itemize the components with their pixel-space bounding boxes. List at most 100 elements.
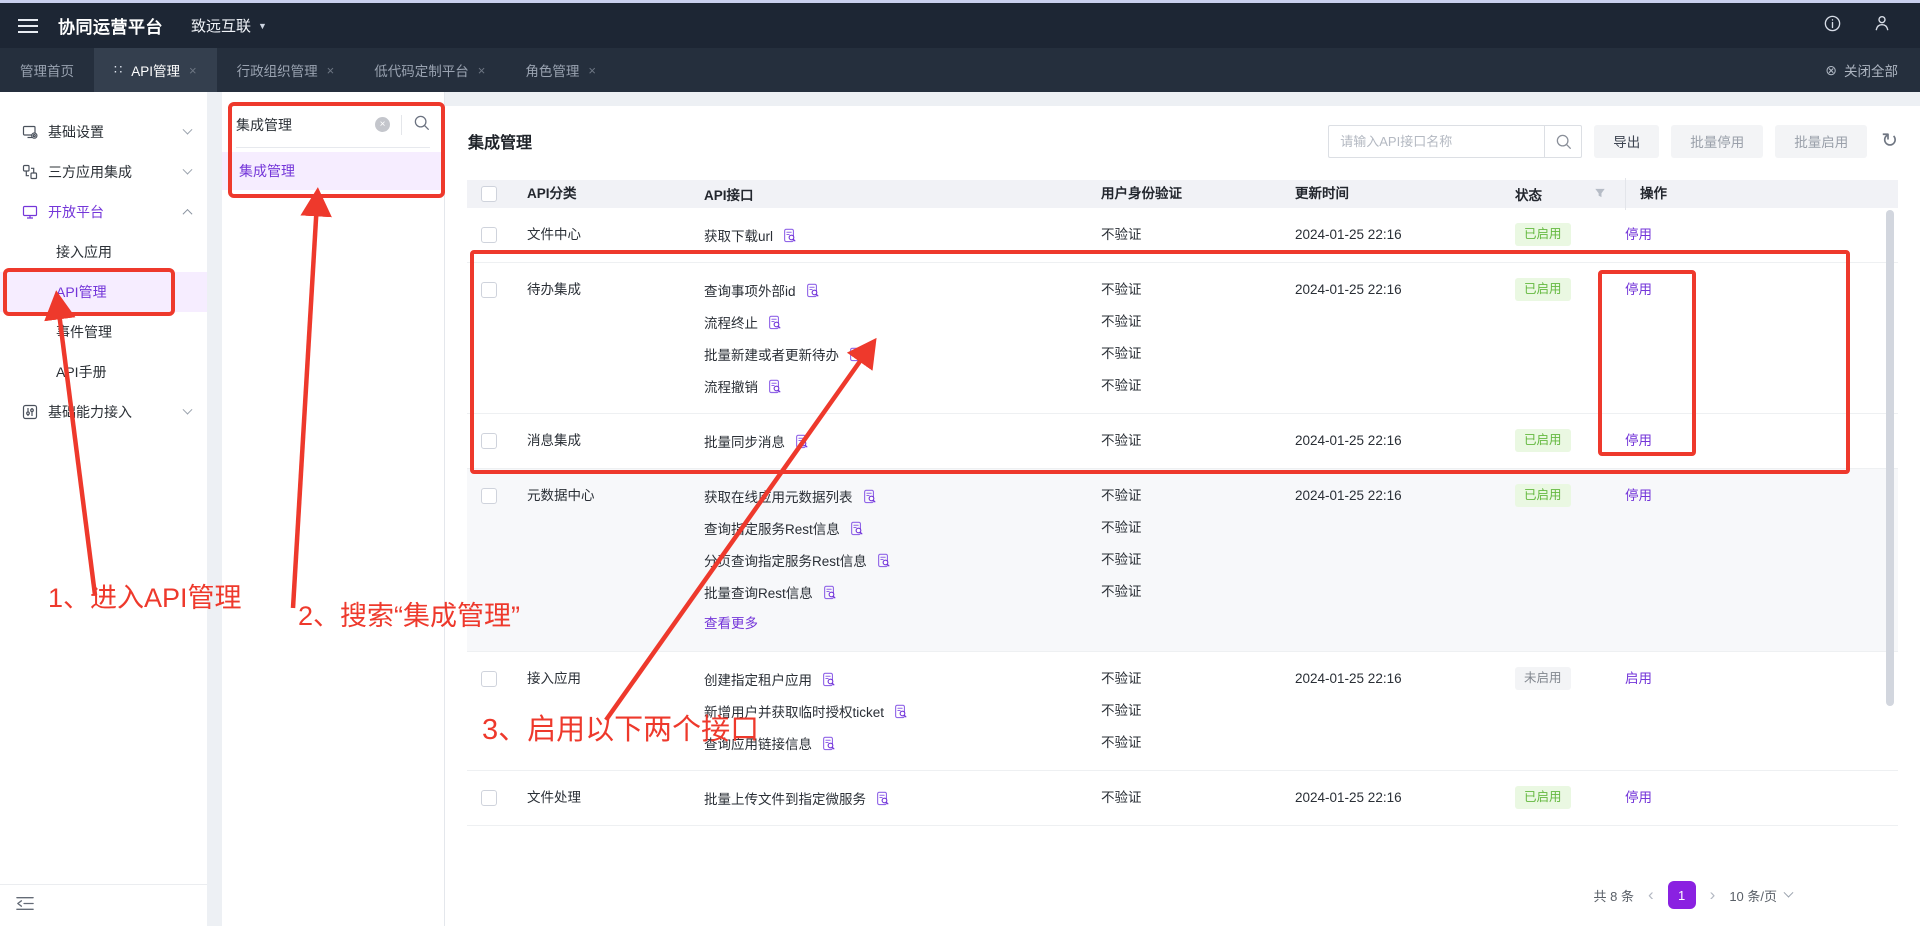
sidebar-item-label: 接入应用 [56, 242, 112, 262]
api-doc-icon[interactable] [805, 283, 820, 298]
sidebar-item-label: 三方应用集成 [48, 162, 132, 182]
sidebar-item-基础设置[interactable]: 基础设置 [0, 112, 207, 152]
auth-value: 不验证 [1101, 727, 1295, 759]
export-button[interactable]: 导出 [1594, 125, 1659, 158]
api-search-input[interactable] [1328, 125, 1544, 158]
api-name: 查询应用链接信息 [704, 733, 812, 753]
row-category: 消息集成 [513, 425, 704, 457]
row-checkbox[interactable] [481, 282, 497, 298]
api-doc-icon[interactable] [876, 553, 891, 568]
close-all-label: 关闭全部 [1844, 60, 1898, 80]
api-name: 查询事项外部id [704, 280, 796, 300]
tab-角色管理[interactable]: 角色管理× [505, 48, 616, 92]
clear-search-icon[interactable]: × [375, 117, 390, 132]
next-page-icon[interactable]: › [1710, 885, 1716, 905]
auth-value: 不验证 [1101, 576, 1295, 608]
auth-value: 不验证 [1101, 274, 1295, 306]
updated-at: 2024-01-25 22:16 [1295, 782, 1515, 814]
api-doc-icon[interactable] [848, 347, 863, 362]
tab-bar: 管理首页∷API管理×行政组织管理×低代码定制平台×角色管理× ⊗ 关闭全部 [0, 48, 1920, 92]
close-all-tabs-button[interactable]: ⊗ 关闭全部 [1825, 48, 1920, 92]
api-name: 批量查询Rest信息 [704, 582, 813, 602]
refresh-icon[interactable]: ↻ [1881, 131, 1898, 151]
search-icon[interactable] [413, 114, 430, 136]
updated-at: 2024-01-25 22:16 [1295, 663, 1515, 695]
action-link[interactable]: 停用 [1625, 282, 1652, 297]
integration-search-panel: × 集成管理 [222, 92, 445, 926]
sidebar-item-事件管理[interactable]: 事件管理 [0, 312, 207, 352]
see-more-link[interactable]: 查看更多 [704, 608, 1101, 640]
auth-value: 不验证 [1101, 425, 1295, 457]
api-name: 批量新建或者更新待办 [704, 344, 839, 364]
close-tab-icon[interactable]: × [588, 63, 596, 78]
page-number-button[interactable]: 1 [1668, 881, 1696, 909]
search-button[interactable] [1544, 125, 1582, 158]
action-link[interactable]: 停用 [1625, 488, 1652, 503]
page-body: 基础设置三方应用集成开放平台接入应用 API管理事件管理 API手册基础能力接入 ×… [0, 92, 1920, 926]
sidebar-item-接入应用[interactable]: 接入应用 [0, 232, 207, 272]
close-tab-icon[interactable]: × [327, 63, 335, 78]
hamburger-menu-icon[interactable] [18, 19, 38, 33]
row-checkbox[interactable] [481, 790, 497, 806]
api-doc-icon[interactable] [893, 704, 908, 719]
action-link[interactable]: 停用 [1625, 433, 1652, 448]
sidebar-item-基础能力接入[interactable]: 基础能力接入 [0, 392, 207, 432]
api-doc-icon[interactable] [862, 489, 877, 504]
filter-icon[interactable] [1594, 187, 1606, 202]
panel-search-input[interactable] [236, 117, 375, 133]
action-link[interactable]: 停用 [1625, 227, 1652, 242]
auth-value: 不验证 [1101, 338, 1295, 370]
org-switcher[interactable]: 致远互联 ▼ [191, 15, 267, 36]
close-tab-icon[interactable]: × [478, 63, 486, 78]
sidebar-item-开放平台[interactable]: 开放平台 [0, 192, 207, 232]
row-checkbox[interactable] [481, 227, 497, 243]
select-all-checkbox[interactable] [481, 186, 497, 202]
tab-API管理[interactable]: ∷API管理× [94, 48, 217, 92]
api-doc-icon[interactable] [767, 315, 782, 330]
chevron-down-icon [183, 164, 193, 174]
page-size-select[interactable]: 10 条/页 [1729, 886, 1792, 905]
status-badge: 已启用 [1515, 278, 1571, 301]
vertical-scrollbar[interactable] [1886, 210, 1894, 706]
sidebar-item-label: API手册 [56, 362, 107, 382]
close-tab-icon[interactable]: × [189, 63, 197, 78]
sidebar-item-API管理[interactable]: API管理 [0, 272, 207, 312]
api-doc-icon[interactable] [782, 228, 797, 243]
action-link[interactable]: 停用 [1625, 790, 1652, 805]
close-all-icon: ⊗ [1825, 62, 1837, 79]
row-checkbox[interactable] [481, 433, 497, 449]
tab-行政组织管理[interactable]: 行政组织管理× [217, 48, 355, 92]
row-checkbox[interactable] [481, 671, 497, 687]
batch-enable-button[interactable]: 批量启用 [1775, 125, 1867, 158]
column-header: 状态 [1515, 184, 1625, 204]
column-header: API接口 [704, 184, 1101, 204]
tab-管理首页[interactable]: 管理首页 [0, 48, 94, 92]
row-category: 文件中心 [513, 219, 704, 251]
tab-低代码定制平台[interactable]: 低代码定制平台 × [354, 48, 505, 92]
api-doc-icon[interactable] [875, 791, 890, 806]
collapse-sidebar-icon[interactable] [16, 896, 34, 916]
api-doc-icon[interactable] [849, 521, 864, 536]
tab-label: 低代码定制平台 [374, 60, 469, 80]
batch-disable-button[interactable]: 批量停用 [1671, 125, 1763, 158]
auth-value: 不验证 [1101, 782, 1295, 814]
api-doc-icon[interactable] [822, 585, 837, 600]
prev-page-icon[interactable]: ‹ [1648, 885, 1654, 905]
auth-value: 不验证 [1101, 370, 1295, 402]
search-result-item[interactable]: 集成管理 [222, 152, 444, 190]
action-link[interactable]: 启用 [1625, 671, 1652, 686]
api-doc-icon[interactable] [767, 379, 782, 394]
user-icon[interactable] [1872, 13, 1892, 38]
column-header: 更新时间 [1295, 178, 1515, 210]
sidebar-item-三方应用集成[interactable]: 三方应用集成 [0, 152, 207, 192]
api-doc-icon[interactable] [821, 672, 836, 687]
tab-label: API管理 [131, 60, 180, 80]
tab-label: 管理首页 [20, 60, 74, 80]
info-icon[interactable] [1823, 14, 1842, 38]
api-doc-icon[interactable] [821, 736, 836, 751]
status-badge: 未启用 [1515, 667, 1571, 690]
row-checkbox[interactable] [481, 488, 497, 504]
api-doc-icon[interactable] [794, 434, 809, 449]
auth-value: 不验证 [1101, 512, 1295, 544]
sidebar-item-API手册[interactable]: API手册 [0, 352, 207, 392]
